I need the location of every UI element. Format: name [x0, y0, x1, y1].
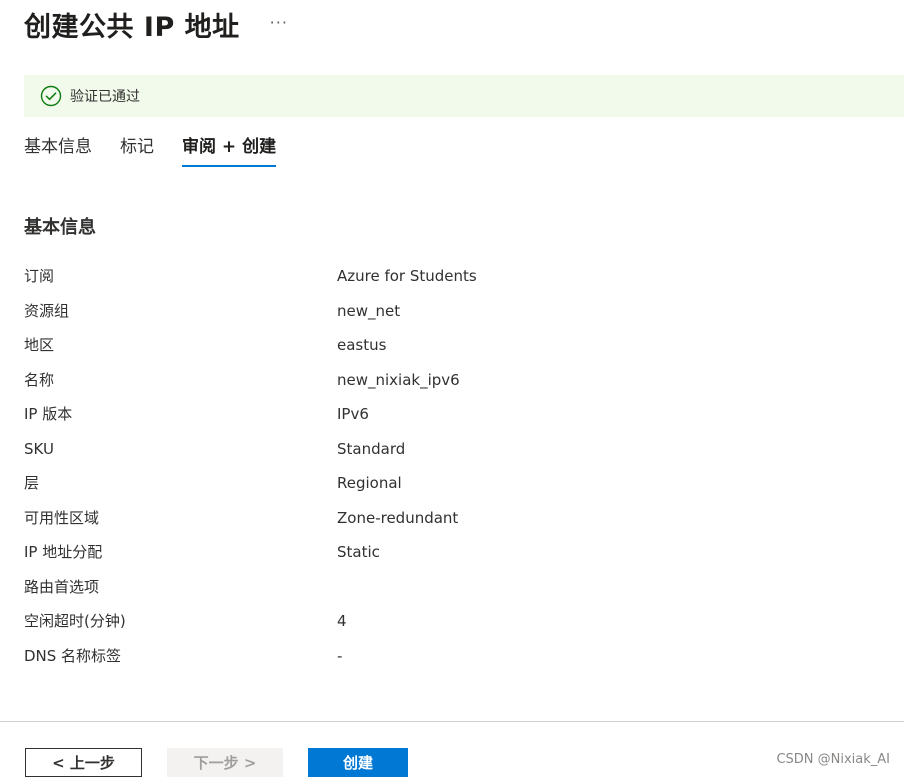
validation-text: 验证已通过	[70, 89, 140, 105]
property-value: new_nixiak_ipv6	[337, 370, 460, 389]
property-value: eastus	[337, 336, 387, 354]
property-label: 路由首选项	[24, 577, 100, 596]
property-label: 资源组	[24, 301, 70, 320]
property-label: 名称	[24, 370, 55, 389]
property-row-region: 地区 eastus	[24, 331, 884, 366]
property-row-name: 名称 new_nixiak_ipv6	[24, 366, 884, 401]
property-value: Static	[337, 543, 380, 561]
create-button[interactable]: 创建	[308, 748, 408, 777]
property-row-dns-label: DNS 名称标签 -	[24, 642, 884, 677]
property-label: 层	[24, 474, 40, 492]
property-value: -	[337, 646, 343, 665]
property-value: IPv6	[337, 405, 369, 423]
property-value: Regional	[337, 474, 402, 492]
property-row-sku: SKU Standard	[24, 435, 884, 470]
tab-review-create[interactable]: 审阅 + 创建	[182, 132, 277, 167]
footer-divider	[0, 721, 904, 722]
property-label: SKU	[24, 439, 54, 458]
property-label: 空闲超时(分钟)	[24, 612, 126, 630]
property-value: Standard	[337, 439, 406, 458]
property-value: Azure for Students	[337, 267, 477, 285]
check-circle-icon	[40, 85, 62, 107]
property-label: 可用性区域	[24, 508, 100, 527]
tab-bar: 基本信息 标记 审阅 + 创建	[24, 132, 304, 167]
property-row-availability-zone: 可用性区域 Zone-redundant	[24, 504, 884, 539]
next-button[interactable]: 下一步 >	[167, 748, 283, 777]
property-label: 地区	[24, 336, 55, 354]
validation-banner: 验证已通过	[24, 75, 904, 117]
tab-basics[interactable]: 基本信息	[24, 132, 92, 167]
property-value: Zone-redundant	[337, 508, 459, 527]
page-title: 创建公共 IP 地址	[24, 11, 240, 43]
create-public-ip-page: 创建公共 IP 地址 ··· 验证已通过 基本信息 标记 审阅 + 创建 基本信…	[0, 0, 904, 778]
property-row-ip-assignment: IP 地址分配 Static	[24, 538, 884, 573]
property-label: IP 版本	[24, 405, 73, 423]
property-label: IP 地址分配	[24, 543, 103, 561]
property-row-routing-preference: 路由首选项	[24, 573, 884, 608]
property-row-tier: 层 Regional	[24, 469, 884, 504]
property-label: DNS 名称标签	[24, 646, 122, 665]
property-row-idle-timeout: 空闲超时(分钟) 4	[24, 607, 884, 642]
property-value: new_net	[337, 301, 401, 320]
property-row-subscription: 订阅 Azure for Students	[24, 262, 884, 297]
properties-list: 订阅 Azure for Students 资源组 new_net 地区 eas…	[24, 262, 884, 676]
tab-tags[interactable]: 标记	[120, 132, 154, 167]
property-row-resource-group: 资源组 new_net	[24, 297, 884, 332]
section-title: 基本信息	[24, 217, 96, 238]
property-value: 4	[337, 612, 347, 630]
previous-button[interactable]: < 上一步	[25, 748, 142, 777]
page-header: 创建公共 IP 地址 ···	[24, 4, 288, 44]
property-row-ip-version: IP 版本 IPv6	[24, 400, 884, 435]
more-options-button[interactable]: ···	[270, 13, 288, 32]
watermark: CSDN @Nixiak_AI	[776, 752, 890, 767]
property-label: 订阅	[24, 267, 55, 285]
